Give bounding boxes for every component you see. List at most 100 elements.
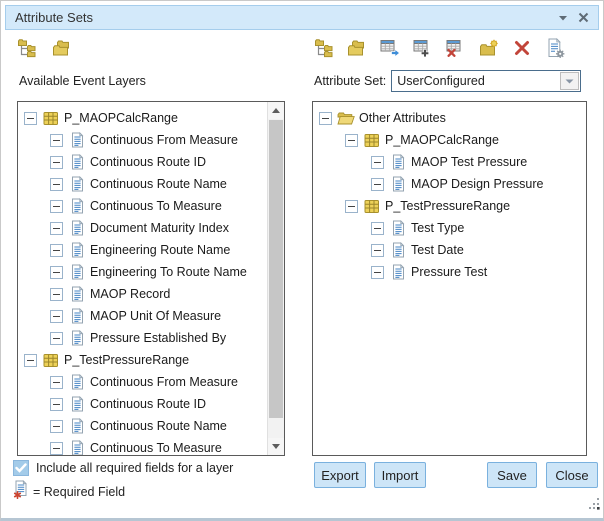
folders-button[interactable] [346, 38, 368, 60]
collapse-minus-box[interactable] [50, 332, 63, 345]
new-attribute-set-button[interactable] [478, 38, 500, 60]
minus-icon [53, 162, 60, 163]
collapse-minus-box[interactable] [371, 222, 384, 235]
tree-item[interactable]: MAOP Design Pressure [313, 173, 586, 195]
include-required-fields-label: Include all required fields for a layer [36, 461, 233, 475]
tree-item[interactable]: Engineering Route Name [18, 239, 267, 261]
collapse-minus-box[interactable] [50, 288, 63, 301]
tree-item[interactable]: Continuous Route ID [18, 151, 267, 173]
layer-grid-icon [42, 111, 60, 126]
tree-item-label: P_TestPressureRange [385, 199, 510, 213]
tree-folders-icon [17, 38, 37, 61]
tree-item[interactable]: Document Maturity Index [18, 217, 267, 239]
collapse-minus-box[interactable] [345, 134, 358, 147]
collapse-minus-box[interactable] [371, 266, 384, 279]
collapse-minus-box[interactable] [24, 354, 37, 367]
collapse-minus-box[interactable] [50, 420, 63, 433]
tree-item[interactable]: P_MAOPCalcRange [313, 129, 586, 151]
configure-report-button[interactable] [544, 38, 566, 60]
left-panel-scrollbar[interactable] [267, 102, 284, 455]
tree-item-label: P_MAOPCalcRange [64, 111, 178, 125]
scroll-down-button[interactable] [268, 438, 284, 455]
tree-item[interactable]: P_MAOPCalcRange [18, 107, 267, 129]
collapse-minus-box[interactable] [345, 200, 358, 213]
tree-item[interactable]: Continuous From Measure [18, 129, 267, 151]
window-title: Attribute Sets [15, 10, 93, 25]
collapse-minus-box[interactable] [50, 442, 63, 455]
collapse-minus-box[interactable] [50, 266, 63, 279]
collapse-minus-box[interactable] [50, 222, 63, 235]
available-layers-panel: P_MAOPCalcRangeContinuous From MeasureCo… [17, 101, 285, 456]
resize-grip[interactable] [587, 497, 600, 515]
tree-item[interactable]: P_TestPressureRange [313, 195, 586, 217]
tree-item[interactable]: Continuous To Measure [18, 195, 267, 217]
available-event-layers-label: Available Event Layers [19, 74, 146, 88]
attribute-sets-dialog: Attribute Sets Available Event Layers At… [0, 0, 604, 521]
window-close-button[interactable] [578, 12, 589, 23]
tree-folders-icon [314, 38, 334, 61]
field-doc-icon [68, 330, 86, 346]
close-button[interactable]: Close [546, 462, 598, 488]
scrollbar-thumb[interactable] [269, 120, 283, 418]
tree-item[interactable]: MAOP Record [18, 283, 267, 305]
tree-item[interactable]: P_TestPressureRange [18, 349, 267, 371]
tree-item[interactable]: Pressure Established By [18, 327, 267, 349]
tree-item[interactable]: Continuous Route ID [18, 393, 267, 415]
layer-hierarchy-button[interactable] [313, 38, 335, 60]
collapse-minus-box[interactable] [24, 112, 37, 125]
scroll-up-button[interactable] [268, 102, 284, 119]
field-doc-icon [68, 374, 86, 390]
tree-item-label: Continuous From Measure [90, 133, 238, 147]
tree-item-label: Continuous Route Name [90, 177, 227, 191]
collapse-minus-box[interactable] [50, 244, 63, 257]
collapse-minus-box[interactable] [50, 200, 63, 213]
include-required-fields-checkbox[interactable] [13, 460, 29, 476]
collapse-minus-box[interactable] [371, 178, 384, 191]
collapse-minus-box[interactable] [50, 310, 63, 323]
table-arrow-right-icon [380, 38, 400, 60]
tree-item[interactable]: Continuous Route Name [18, 415, 267, 437]
folders-icon [347, 39, 367, 60]
remove-table-button[interactable] [445, 38, 467, 60]
save-button[interactable]: Save [487, 462, 537, 488]
collapse-minus-box[interactable] [319, 112, 332, 125]
tree-item[interactable]: Continuous Route Name [18, 173, 267, 195]
tree-item[interactable]: Continuous From Measure [18, 371, 267, 393]
collapse-minus-box[interactable] [371, 156, 384, 169]
field-doc-icon [68, 418, 86, 434]
collapse-minus-box[interactable] [50, 178, 63, 191]
folders-button[interactable] [51, 38, 73, 60]
tree-item[interactable]: Engineering To Route Name [18, 261, 267, 283]
tree-item[interactable]: Test Date [313, 239, 586, 261]
tree-item-label: Test Date [411, 243, 464, 257]
tree-item-label: Continuous To Measure [90, 441, 222, 455]
attribute-set-dropdown[interactable]: UserConfigured [391, 70, 581, 92]
collapse-minus-box[interactable] [50, 376, 63, 389]
collapse-minus-box[interactable] [371, 244, 384, 257]
tree-item[interactable]: MAOP Unit Of Measure [18, 305, 267, 327]
delete-button[interactable] [511, 38, 533, 60]
table-plus-icon [413, 38, 433, 60]
collapse-minus-box[interactable] [50, 398, 63, 411]
field-doc-icon [68, 396, 86, 412]
minus-icon [374, 184, 381, 185]
field-doc-icon [389, 242, 407, 258]
required-field-legend-row: = Required Field [13, 480, 125, 504]
attribute-set-tree: Other AttributesP_MAOPCalcRangeMAOP Test… [313, 102, 586, 455]
tree-item[interactable]: Continuous To Measure [18, 437, 267, 455]
export-table-button[interactable] [379, 38, 401, 60]
tree-item[interactable]: Pressure Test [313, 261, 586, 283]
export-button[interactable]: Export [314, 462, 366, 488]
collapse-minus-box[interactable] [50, 156, 63, 169]
dropdown-arrow-button[interactable] [560, 72, 579, 90]
tree-item[interactable]: Other Attributes [313, 107, 586, 129]
tree-item[interactable]: MAOP Test Pressure [313, 151, 586, 173]
window-menu-button[interactable] [558, 15, 568, 21]
collapse-minus-box[interactable] [50, 134, 63, 147]
layer-hierarchy-button[interactable] [16, 38, 38, 60]
import-button[interactable]: Import [374, 462, 426, 488]
tree-item[interactable]: Test Type [313, 217, 586, 239]
add-table-button[interactable] [412, 38, 434, 60]
tree-item-label: Continuous To Measure [90, 199, 222, 213]
field-doc-icon [68, 286, 86, 302]
